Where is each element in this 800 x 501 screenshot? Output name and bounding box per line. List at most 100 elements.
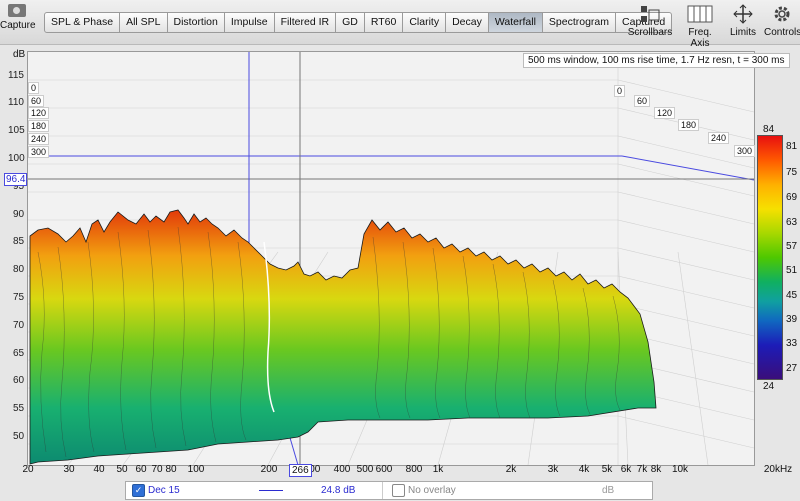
legend-divider xyxy=(382,482,383,499)
tab-distortion[interactable]: Distortion xyxy=(167,12,225,33)
colorbar-bottom-label: 24 xyxy=(763,381,775,392)
colorbar-tick: 45 xyxy=(786,290,798,301)
controls-button[interactable]: Controls xyxy=(764,4,800,38)
tab-clarity[interactable]: Clarity xyxy=(403,12,447,33)
time-label-left: 60 xyxy=(28,95,45,107)
colorbar-tick: 57 xyxy=(786,241,798,252)
toolbar: Capture SPL & Phase All SPL Distortion I… xyxy=(0,0,800,49)
trace-legend: ✓ Dec 15 24.8 dB No overlay dB xyxy=(125,481,653,500)
limits-icon xyxy=(732,4,754,24)
x-tick: 500 xyxy=(356,464,374,475)
y-tick: 70 xyxy=(13,320,25,331)
x-tick: 4k xyxy=(578,464,590,475)
time-label-right: 180 xyxy=(678,119,700,131)
y-tick: 80 xyxy=(13,264,25,275)
x-tick: 10k xyxy=(671,464,689,475)
capture-label: Capture xyxy=(0,20,36,31)
x-tick: 2k xyxy=(505,464,517,475)
x-tick: 60 xyxy=(135,464,147,475)
time-label-right: 60 xyxy=(634,95,651,107)
y-tick: 55 xyxy=(13,403,25,414)
colorbar-tick: 63 xyxy=(786,217,798,228)
trace-checkbox[interactable]: ✓ xyxy=(132,484,145,497)
time-label-right: 120 xyxy=(654,107,676,119)
time-label-left: 120 xyxy=(28,107,50,119)
controls-label: Controls xyxy=(764,27,800,38)
y-tick: 85 xyxy=(13,236,25,247)
time-label-right: 240 xyxy=(708,132,730,144)
tab-decay[interactable]: Decay xyxy=(446,12,489,33)
tab-rt60[interactable]: RT60 xyxy=(364,12,404,33)
x-tick: 100 xyxy=(187,464,205,475)
freq-axis-button[interactable]: Freq. Axis xyxy=(680,4,720,49)
tab-gd[interactable]: GD xyxy=(336,12,365,33)
overlay-unit: dB xyxy=(602,485,615,496)
freq-axis-icon xyxy=(687,4,713,24)
y-tick: 90 xyxy=(13,209,25,220)
time-label-right: 300 xyxy=(734,145,756,157)
x-tick: 6k xyxy=(620,464,632,475)
y-axis-unit: dB xyxy=(13,49,26,60)
time-label-left: 180 xyxy=(28,120,50,132)
colorbar-tick: 69 xyxy=(786,192,798,203)
freq-axis-label: Freq. Axis xyxy=(688,27,712,49)
x-tick: 400 xyxy=(333,464,351,475)
y-tick: 60 xyxy=(13,375,25,386)
cursor-y-readout: 96.4 xyxy=(4,173,28,186)
x-tick: 200 xyxy=(260,464,278,475)
overlay-label: No overlay xyxy=(408,485,456,496)
waterfall-plot[interactable]: 500 ms window, 100 ms rise time, 1.7 Hz … xyxy=(27,51,790,466)
x-tick: 50 xyxy=(116,464,128,475)
x-tick: 7k xyxy=(636,464,648,475)
y-tick: 50 xyxy=(13,431,25,442)
overlay-checkbox[interactable] xyxy=(392,484,405,497)
time-label-left: 240 xyxy=(28,133,50,145)
tab-waterfall[interactable]: Waterfall xyxy=(488,12,543,33)
x-tick: 20kHz xyxy=(763,464,793,475)
x-tick: 5k xyxy=(601,464,613,475)
trace-name: Dec 15 xyxy=(148,485,180,496)
scrollbars-label: Scrollbars xyxy=(627,27,673,38)
y-tick: 65 xyxy=(13,348,25,359)
x-tick: 800 xyxy=(405,464,423,475)
tab-filtered-ir[interactable]: Filtered IR xyxy=(274,12,337,33)
time-label-left: 300 xyxy=(28,146,50,158)
graph-tabs: SPL & Phase All SPL Distortion Impulse F… xyxy=(44,12,673,33)
colorbar-tick: 81 xyxy=(786,141,798,152)
y-tick: 115 xyxy=(8,70,24,81)
y-tick: 75 xyxy=(13,292,25,303)
x-tick: 600 xyxy=(375,464,393,475)
colorbar-top-label: 84 xyxy=(763,124,775,135)
x-tick: 20 xyxy=(22,464,34,475)
color-scale-bar xyxy=(757,135,783,380)
tab-all-spl[interactable]: All SPL xyxy=(120,12,168,33)
limits-label: Limits xyxy=(729,27,757,38)
y-tick: 105 xyxy=(8,125,25,136)
x-tick: 70 xyxy=(151,464,163,475)
x-tick: 80 xyxy=(165,464,177,475)
tab-spl-phase[interactable]: SPL & Phase xyxy=(44,12,121,33)
colorbar-tick: 75 xyxy=(786,167,798,178)
colorbar-tick: 39 xyxy=(786,314,798,325)
y-tick: 100 xyxy=(8,153,25,164)
colorbar-tick: 27 xyxy=(786,363,798,374)
y-tick: 110 xyxy=(8,97,24,108)
x-tick: 1k xyxy=(432,464,444,475)
waterfall-surface xyxy=(28,52,754,465)
time-label-right: 0 xyxy=(614,85,626,97)
trace-line-swatch xyxy=(259,490,283,491)
cursor-x-readout: 266 xyxy=(289,464,312,477)
tab-impulse[interactable]: Impulse xyxy=(224,12,275,33)
x-tick: 3k xyxy=(547,464,559,475)
gear-icon xyxy=(772,4,792,24)
tab-spectrogram[interactable]: Spectrogram xyxy=(542,12,617,33)
x-tick: 30 xyxy=(63,464,75,475)
scrollbars-icon xyxy=(639,4,661,24)
capture-button[interactable]: Capture xyxy=(0,4,36,31)
scrollbars-button[interactable]: Scrollbars xyxy=(622,4,678,38)
limits-button[interactable]: Limits xyxy=(726,4,760,38)
camera-icon xyxy=(8,4,26,17)
waterfall-info: 500 ms window, 100 ms rise time, 1.7 Hz … xyxy=(523,53,790,68)
x-tick: 40 xyxy=(93,464,105,475)
x-tick: 8k xyxy=(650,464,662,475)
